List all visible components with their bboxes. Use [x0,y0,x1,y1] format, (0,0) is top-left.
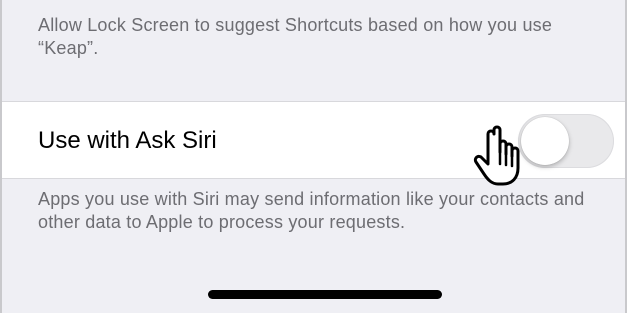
lock-screen-suggestions-footer: Allow Lock Screen to suggest Shortcuts b… [38,15,553,58]
ask-siri-label: Use with Ask Siri [38,127,217,154]
hand-pointer-icon [468,122,538,192]
home-indicator[interactable] [208,290,442,299]
siri-privacy-footer: Apps you use with Siri may send informat… [38,189,585,232]
settings-screen: Allow Lock Screen to suggest Shortcuts b… [0,0,627,313]
